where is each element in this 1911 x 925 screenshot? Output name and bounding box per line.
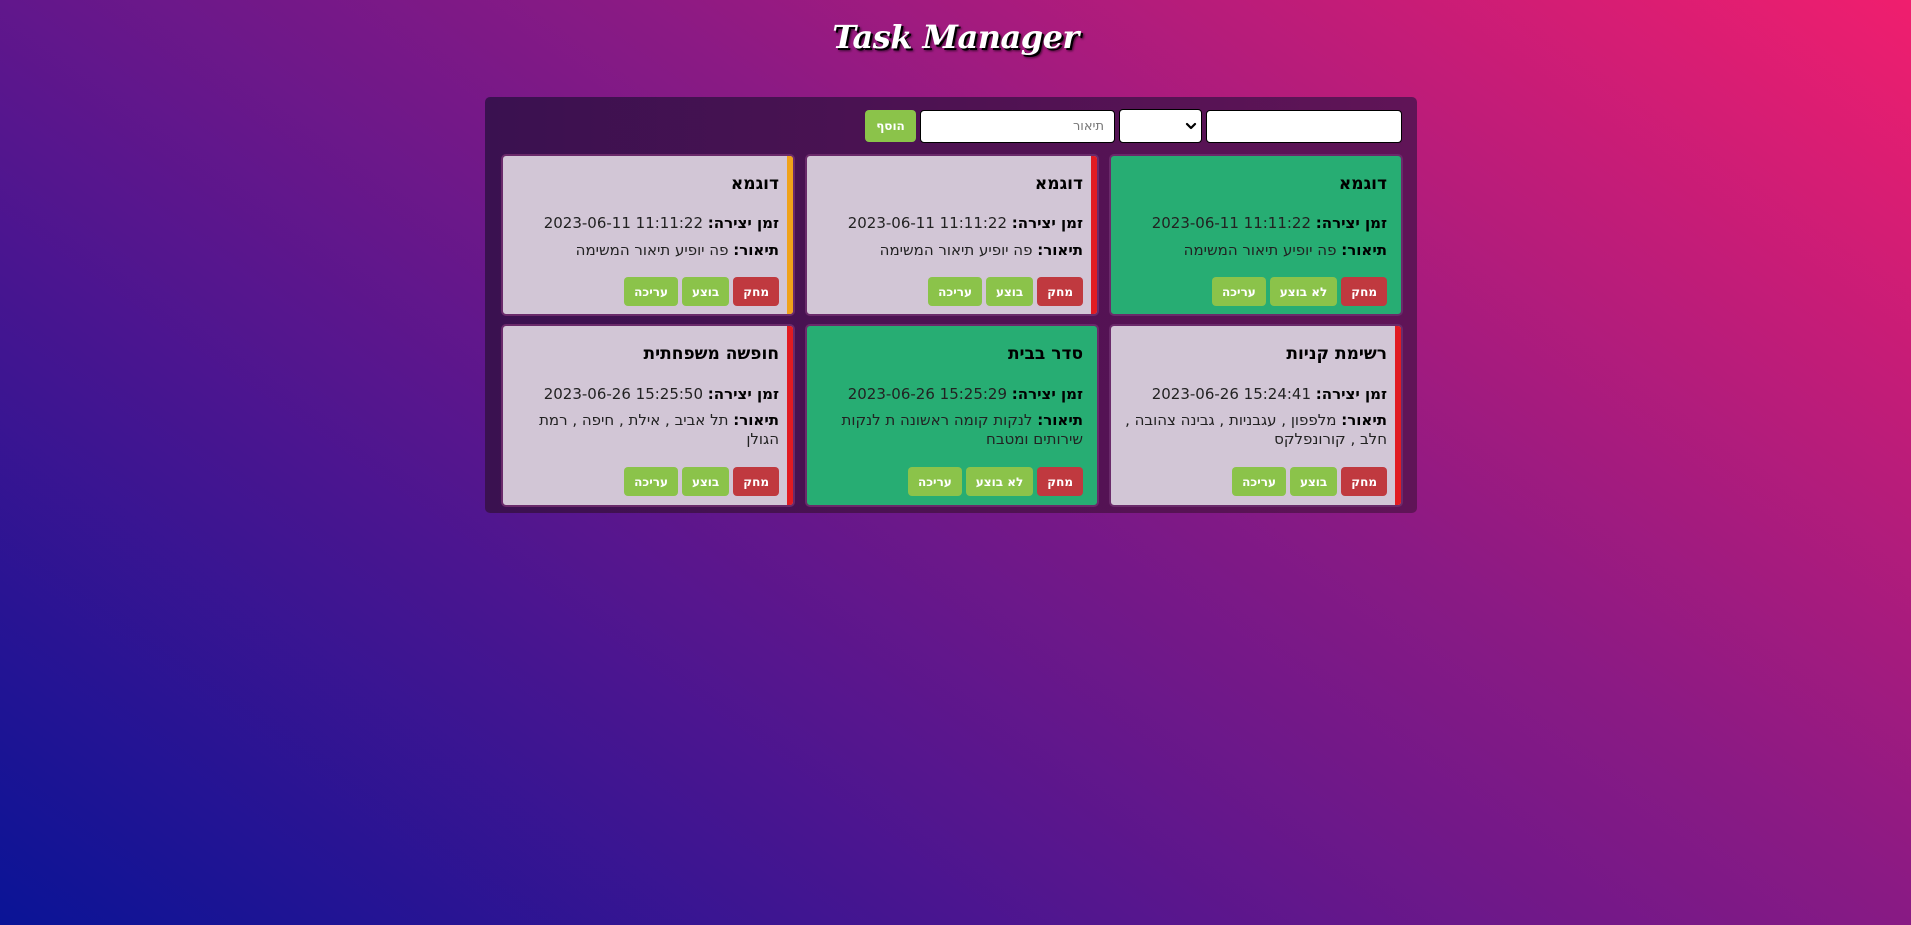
created-label: זמן יצירה:	[707, 385, 779, 403]
task-actions: מחק בוצע עריכה	[1232, 467, 1387, 496]
description-label: תיאור:	[1037, 411, 1083, 429]
toggle-done-button[interactable]: בוצע	[681, 277, 730, 306]
created-label: זמן יצירה:	[1315, 385, 1387, 403]
task-actions: מחק לא בוצע עריכה	[908, 467, 1083, 496]
toggle-done-button[interactable]: לא בוצע	[965, 467, 1034, 496]
task-description: תיאור: פה יופיע תיאור המשימה	[1125, 241, 1387, 260]
task-title: דוגמא	[1338, 174, 1387, 194]
task-title: רשימת קניות	[1286, 344, 1387, 364]
created-label: זמן יצירה:	[1011, 385, 1083, 403]
created-value: 2023-06-11 11:11:22	[847, 214, 1008, 232]
created-value: 2023-06-26 15:24:41	[1151, 385, 1312, 403]
description-label: תיאור:	[1037, 241, 1083, 259]
delete-button[interactable]: מחק	[1037, 277, 1083, 306]
task-card: דוגמא זמן יצירה: 2023-06-11 11:11:22 תיא…	[501, 154, 795, 316]
toggle-done-button[interactable]: בוצע	[1289, 467, 1338, 496]
task-card: סדר בבית זמן יצירה: 2023-06-26 15:25:29 …	[805, 324, 1099, 507]
priority-select[interactable]	[1119, 109, 1202, 143]
task-actions: מחק בוצע עריכה	[624, 467, 779, 496]
task-actions: מחק לא בוצע עריכה	[1212, 277, 1387, 306]
task-created: זמן יצירה: 2023-06-11 11:11:22	[1125, 214, 1387, 233]
add-task-form: הוסף	[865, 109, 1402, 143]
task-created: זמן יצירה: 2023-06-26 15:25:29	[821, 385, 1083, 404]
description-value: פה יופיע תיאור המשימה	[1183, 241, 1337, 259]
delete-button[interactable]: מחק	[733, 277, 779, 306]
app-title: Task Manager	[832, 18, 1079, 56]
task-description: תיאור: פה יופיע תיאור המשימה	[517, 241, 779, 260]
edit-button[interactable]: עריכה	[624, 277, 678, 306]
edit-button[interactable]: עריכה	[1212, 277, 1266, 306]
created-value: 2023-06-11 11:11:22	[543, 214, 704, 232]
priority-stripe	[1395, 326, 1401, 505]
task-created: זמן יצירה: 2023-06-26 15:25:50	[517, 385, 779, 404]
task-created: זמן יצירה: 2023-06-26 15:24:41	[1125, 385, 1387, 404]
edit-button[interactable]: עריכה	[908, 467, 962, 496]
description-value: פה יופיע תיאור המשימה	[879, 241, 1033, 259]
created-label: זמן יצירה:	[707, 214, 779, 232]
task-card: דוגמא זמן יצירה: 2023-06-11 11:11:22 תיא…	[805, 154, 1099, 316]
created-value: 2023-06-11 11:11:22	[1151, 214, 1312, 232]
description-label: תיאור:	[733, 411, 779, 429]
task-title: חופשה משפחתית	[643, 344, 779, 364]
toggle-done-button[interactable]: בוצע	[681, 467, 730, 496]
task-actions: מחק בוצע עריכה	[928, 277, 1083, 306]
task-card: חופשה משפחתית זמן יצירה: 2023-06-26 15:2…	[501, 324, 795, 507]
task-description-input[interactable]	[920, 109, 1115, 143]
toggle-done-button[interactable]: בוצע	[985, 277, 1034, 306]
created-value: 2023-06-26 15:25:29	[847, 385, 1008, 403]
delete-button[interactable]: מחק	[1341, 467, 1387, 496]
delete-button[interactable]: מחק	[1037, 467, 1083, 496]
task-title: דוגמא	[1034, 174, 1083, 194]
toggle-done-button[interactable]: לא בוצע	[1269, 277, 1338, 306]
created-label: זמן יצירה:	[1315, 214, 1387, 232]
edit-button[interactable]: עריכה	[1232, 467, 1286, 496]
priority-stripe	[1091, 156, 1097, 314]
add-task-button[interactable]: הוסף	[865, 110, 916, 142]
priority-stripe	[787, 326, 793, 505]
task-title: דוגמא	[730, 174, 779, 194]
task-description: תיאור: מלפפון , עגבניות , גבינה צהובה , …	[1125, 411, 1387, 449]
task-description: תיאור: לנקות קומה ראשונה ת לנקות שירותים…	[821, 411, 1083, 449]
delete-button[interactable]: מחק	[733, 467, 779, 496]
description-label: תיאור:	[733, 241, 779, 259]
task-title-input[interactable]	[1206, 109, 1402, 143]
chevron-down-icon	[1185, 122, 1197, 130]
task-card: רשימת קניות זמן יצירה: 2023-06-26 15:24:…	[1109, 324, 1403, 507]
created-label: זמן יצירה:	[1011, 214, 1083, 232]
task-title: סדר בבית	[1007, 344, 1083, 364]
task-description: תיאור: תל אביב , אילת , חיפה , רמת הגולן	[517, 411, 779, 449]
edit-button[interactable]: עריכה	[928, 277, 982, 306]
description-label: תיאור:	[1341, 241, 1387, 259]
task-card: דוגמא זמן יצירה: 2023-06-11 11:11:22 תיא…	[1109, 154, 1403, 316]
task-created: זמן יצירה: 2023-06-11 11:11:22	[517, 214, 779, 233]
created-value: 2023-06-26 15:25:50	[543, 385, 704, 403]
task-created: זמן יצירה: 2023-06-11 11:11:22	[821, 214, 1083, 233]
delete-button[interactable]: מחק	[1341, 277, 1387, 306]
description-value: פה יופיע תיאור המשימה	[575, 241, 729, 259]
task-actions: מחק בוצע עריכה	[624, 277, 779, 306]
edit-button[interactable]: עריכה	[624, 467, 678, 496]
description-label: תיאור:	[1341, 411, 1387, 429]
task-panel: הוסף דוגמא זמן יצירה: 2023-06-11 11:11:2…	[485, 97, 1417, 513]
task-description: תיאור: פה יופיע תיאור המשימה	[821, 241, 1083, 260]
priority-stripe	[787, 156, 793, 314]
